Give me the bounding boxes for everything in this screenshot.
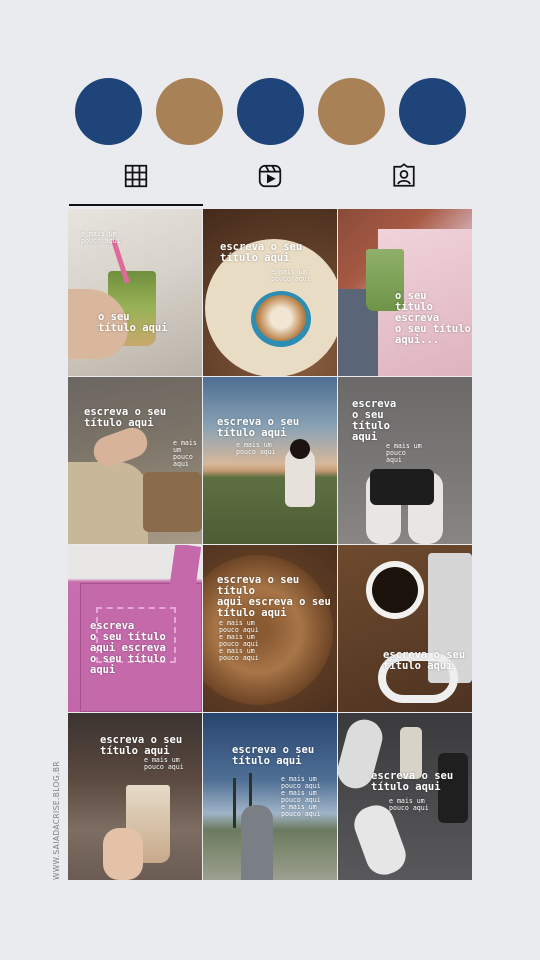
highlight-4[interactable] [318, 78, 385, 145]
tagged-icon [393, 163, 415, 187]
post-tile[interactable]: escreva o seu título aqui escreva o seu … [203, 545, 337, 712]
post-subtitle: e mais um pouco aqui [81, 230, 121, 245]
post-title: o seu título escreva o seu título aqui..… [395, 290, 471, 346]
coffee [372, 567, 418, 613]
site-watermark: WWW.SAIADACRISE.BLOG.BR [52, 760, 61, 880]
post-title: escreva o seu título aqui [84, 406, 167, 429]
post-subtitle: e mais um pouco aqui [389, 797, 429, 812]
person-hair [290, 439, 310, 459]
post-title: escreva o seu título aqui [371, 770, 454, 793]
post-title: escreva o seu título aqui [100, 734, 183, 757]
coat [68, 462, 148, 544]
post-tile[interactable]: escreva o seu título aqui e mais um pouc… [203, 209, 337, 376]
post-tile[interactable]: escreva o seu título aqui escreva o seu … [68, 545, 202, 712]
post-title: escreva o seu título aqui [232, 744, 315, 767]
grid-icon [124, 164, 148, 188]
post-tile[interactable]: escreva o seu título aqui e mais um pouc… [203, 713, 337, 880]
post-title: escreva o seu título aqui escreva o seu … [90, 620, 166, 676]
post-title: escreva o seu título aqui [220, 241, 303, 264]
post-subtitle: e mais um pouco aqui e mais um pouco aqu… [219, 619, 259, 662]
highlight-1[interactable] [75, 78, 142, 145]
post-tile[interactable]: escreva o seu título aqui e mais um pouc… [338, 713, 472, 880]
latte [256, 295, 306, 341]
post-subtitle: e mais um pouco aqui [144, 756, 184, 771]
palm-tree [233, 778, 236, 828]
sneaker-right [349, 800, 411, 880]
post-subtitle: e mais um pouco aqui [236, 441, 276, 456]
highlight-2[interactable] [156, 78, 223, 145]
post-subtitle: e mais um pouco aqui [173, 439, 197, 468]
post-title: escreva o seu título aqui [352, 398, 397, 443]
post-title: escreva o seu título aqui escreva o seu … [217, 574, 331, 619]
post-tile[interactable]: escreva o seu título aqui e mais um pouc… [338, 377, 472, 544]
reels-icon [258, 164, 282, 188]
hand [103, 828, 143, 880]
bag [143, 472, 202, 532]
tab-posts[interactable] [69, 163, 203, 207]
post-tile[interactable]: escreva o seu título aqui e mais um pouc… [68, 713, 202, 880]
post-tile[interactable]: escreva o seu título aqui [338, 545, 472, 712]
highlight-3[interactable] [237, 78, 304, 145]
post-subtitle: e mais um pouco aqui [386, 442, 422, 464]
post-tile[interactable]: escreva o seu título aqui e mais um pouc… [68, 377, 202, 544]
post-tile[interactable]: o seu título escreva o seu título aqui..… [338, 209, 472, 376]
post-tile[interactable]: escreva o seu título aqui e mais um pouc… [203, 377, 337, 544]
post-subtitle: e mais um pouco aqui e mais um pouco aqu… [281, 775, 321, 818]
profile-tabs [69, 163, 471, 207]
post-title: escreva o seu título aqui [217, 416, 300, 439]
post-grid: e mais um pouco aqui o seu título aqui e… [68, 209, 472, 881]
person [241, 805, 273, 880]
post-title: o seu título aqui [98, 311, 168, 334]
post-tile[interactable]: e mais um pouco aqui o seu título aqui [68, 209, 202, 376]
post-title: escreva o seu título aqui [383, 649, 466, 672]
story-highlights [75, 78, 466, 145]
tab-reels[interactable] [203, 163, 337, 207]
post-subtitle: e mais um pouco aqui [271, 268, 311, 283]
tab-tagged[interactable] [337, 163, 471, 207]
highlight-5[interactable] [399, 78, 466, 145]
phone [370, 469, 434, 505]
